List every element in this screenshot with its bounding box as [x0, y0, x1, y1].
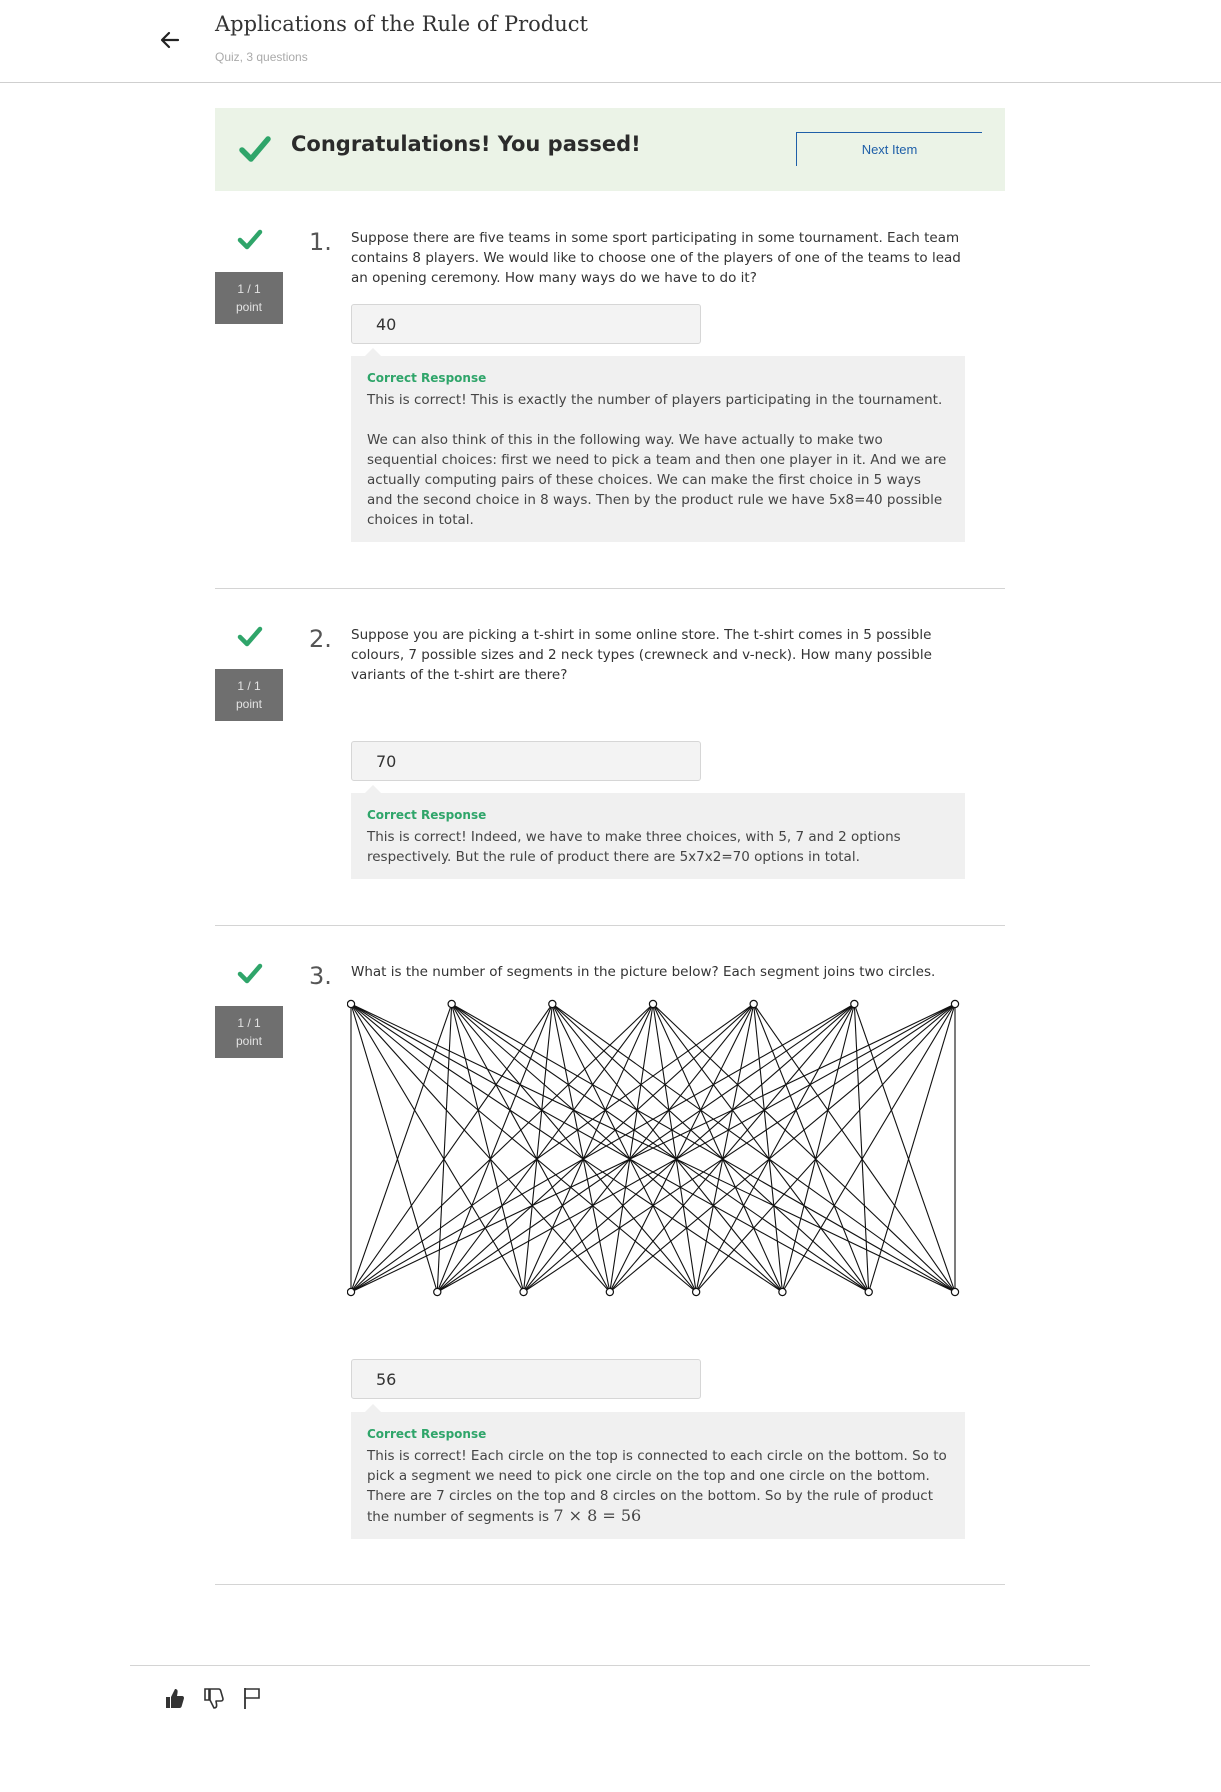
top-circle: [648, 999, 658, 1009]
segment: [753, 1003, 870, 1293]
feedback-box: Correct Response This is correct! Each c…: [351, 1404, 965, 1539]
segment: [523, 1003, 755, 1293]
points-badge: 1 / 1 point: [215, 272, 283, 324]
segment: [868, 1003, 956, 1293]
top-circle: [548, 999, 557, 1009]
question-text: Suppose you are picking a t-shirt in som…: [351, 627, 932, 683]
divider: [215, 588, 1005, 589]
segment: [350, 1003, 855, 1293]
segment: [436, 1003, 654, 1293]
top-circle: [850, 999, 859, 1009]
segment: [609, 1003, 956, 1293]
feedback-box: Correct Response This is correct! Indeed…: [351, 785, 965, 879]
top-circle: [447, 999, 456, 1009]
segment: [350, 1003, 453, 1293]
segment: [436, 1003, 755, 1293]
segment: [350, 1003, 525, 1293]
quiz-subtitle: Quiz, 3 questions: [215, 50, 308, 64]
feedback-text-body: This is correct! Each circle on the top …: [367, 1448, 947, 1525]
segment: [350, 1003, 611, 1293]
segment: [652, 1003, 870, 1293]
page-title: Applications of the Rule of Product: [215, 12, 588, 36]
bottom-circle: [864, 1287, 873, 1297]
segment: [436, 1003, 453, 1293]
segment: [451, 1003, 611, 1293]
check-icon: [237, 963, 263, 984]
points-score: 1 / 1: [237, 1016, 261, 1030]
question-text: Suppose there are five teams in some spo…: [351, 230, 961, 286]
points-unit: point: [235, 300, 263, 314]
flag-icon[interactable]: [239, 1685, 265, 1711]
question-number: 2.: [309, 625, 332, 653]
segment: [853, 1003, 870, 1293]
segment: [350, 1003, 553, 1293]
pass-message: Congratulations! You passed!: [291, 132, 641, 156]
bottom-circle: [691, 1287, 701, 1297]
page-header: Applications of the Rule of Product Quiz…: [0, 0, 1221, 83]
check-icon: [239, 136, 271, 162]
segment: [781, 1003, 956, 1293]
segment: [753, 1003, 956, 1293]
next-item-button[interactable]: Next Item: [796, 132, 982, 166]
bottom-circle: [950, 1287, 960, 1297]
divider: [215, 925, 1005, 926]
feedback-text: This is correct! This is exactly the num…: [367, 392, 943, 408]
feedback-math: 7 × 8 = 56: [553, 1506, 642, 1525]
segment: [350, 1003, 697, 1293]
feedback-text: This is correct! Indeed, we have to make…: [367, 829, 901, 865]
answer-input[interactable]: 70: [351, 741, 701, 781]
feedback-label: Correct Response: [367, 808, 487, 822]
segment: [695, 1003, 855, 1293]
question-number: 3.: [309, 962, 332, 990]
top-circle: [347, 999, 356, 1009]
bottom-circle: [605, 1287, 615, 1297]
points-badge: 1 / 1 point: [215, 1006, 283, 1058]
feedback-label: Correct Response: [367, 371, 487, 385]
bottom-circle: [778, 1287, 787, 1297]
check-icon: [237, 626, 263, 647]
thumbs-up-icon[interactable]: [161, 1685, 187, 1711]
pass-banner: Congratulations! You passed! Next Item: [215, 108, 1005, 191]
segment: [853, 1003, 956, 1293]
divider: [215, 1584, 1005, 1585]
segment: [695, 1003, 956, 1293]
points-unit: point: [235, 697, 263, 711]
feedback-text: This is correct! Each circle on the top …: [367, 1446, 949, 1527]
segment: [551, 1003, 870, 1293]
answer-input[interactable]: 56: [351, 1359, 701, 1399]
segment: [551, 1003, 783, 1293]
top-circle: [950, 999, 960, 1009]
top-circle: [749, 999, 758, 1009]
points-score: 1 / 1: [237, 679, 261, 693]
segment: [695, 1003, 755, 1293]
check-icon: [237, 229, 263, 250]
thumbs-down-icon[interactable]: [200, 1685, 226, 1711]
bottom-circle: [519, 1287, 528, 1297]
arrow-left-icon: [160, 31, 180, 49]
points-score: 1 / 1: [237, 282, 261, 296]
segment: [451, 1003, 956, 1293]
footer-divider: [130, 1665, 1090, 1666]
segment: [350, 1003, 754, 1293]
feedback-text: We can also think of this in the followi…: [367, 432, 947, 528]
question-number: 1.: [309, 228, 332, 256]
bottom-circle: [347, 1287, 356, 1297]
answer-input[interactable]: 40: [351, 304, 701, 344]
points-badge: 1 / 1 point: [215, 669, 283, 721]
points-unit: point: [235, 1034, 263, 1048]
feedback-label: Correct Response: [367, 1427, 487, 1441]
question-text: What is the number of segments in the pi…: [351, 964, 936, 980]
segment: [350, 1003, 438, 1293]
bottom-circle: [433, 1287, 442, 1297]
segment-diagram: [347, 999, 960, 1297]
back-button[interactable]: [150, 20, 190, 60]
feedback-box: Correct Response This is correct! This i…: [351, 348, 965, 542]
segment: [552, 1003, 956, 1293]
segment: [436, 1003, 553, 1293]
segment: [551, 1003, 611, 1293]
